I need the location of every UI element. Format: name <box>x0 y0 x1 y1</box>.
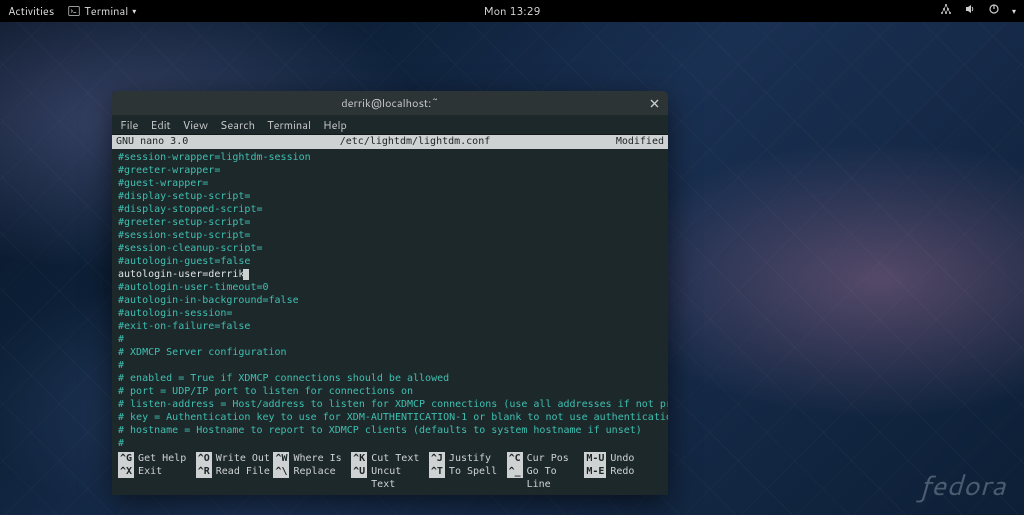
editor-line: #autologin-session= <box>118 307 662 320</box>
editor-line: #autologin-user-timeout=0 <box>118 281 662 294</box>
power-icon[interactable] <box>988 3 1000 19</box>
nano-shortcut-label: Undo <box>610 452 634 465</box>
nano-shortcut-key: ^R <box>196 465 212 478</box>
editor-line: #guest-wrapper= <box>118 177 662 190</box>
nano-shortcut-key: ^O <box>196 452 212 465</box>
nano-editor-viewport[interactable]: #session-wrapper=lightdm-session#greeter… <box>112 149 668 450</box>
nano-shortcut-label: Read File <box>216 465 270 478</box>
editor-line: # <box>118 437 662 450</box>
nano-shortcut-key: ^G <box>118 452 134 465</box>
terminal-menubar: File Edit View Search Terminal Help <box>112 115 668 135</box>
editor-line: #exit-on-failure=false <box>118 320 662 333</box>
nano-shortcut-label: Redo <box>610 465 634 478</box>
nano-shortcut-key: M-U <box>584 452 606 465</box>
nano-shortcut-key: ^_ <box>507 465 523 478</box>
editor-line: #greeter-wrapper= <box>118 164 662 177</box>
nano-shortcut: ^_ Go To Line <box>507 465 585 491</box>
editor-line: # enabled = True if XDMCP connections sh… <box>118 372 662 385</box>
menu-edit[interactable]: Edit <box>150 117 170 133</box>
nano-shortcut-label: Go To Line <box>527 465 585 491</box>
nano-version: GNU nano 3.0 <box>116 135 236 149</box>
window-title: derrik@localhost:~ <box>341 95 439 111</box>
nano-shortcut: ^G Get Help <box>118 452 196 465</box>
editor-line: #greeter-setup-script= <box>118 216 662 229</box>
menu-help[interactable]: Help <box>323 117 347 133</box>
menu-terminal[interactable]: Terminal <box>267 117 311 133</box>
nano-shortcut-key: ^T <box>429 465 445 478</box>
nano-footer-row: ^G Get Help ^O Write Out^W Where Is ^K Cut Tex… <box>118 452 662 465</box>
window-titlebar[interactable]: derrik@localhost:~ <box>112 91 668 115</box>
chevron-down-icon: ▾ <box>132 5 136 17</box>
nano-shortcut-label: Write Out <box>216 452 270 465</box>
app-menu-label: Terminal <box>84 3 128 19</box>
editor-line: autologin-user=derrik <box>118 268 662 281</box>
nano-shortcut: ^\ Replace <box>273 465 351 491</box>
nano-shortcut-label: Uncut Text <box>371 465 429 491</box>
nano-shortcut-label: Justify <box>449 452 491 465</box>
nano-shortcut-label: Where Is <box>293 452 341 465</box>
nano-shortcut: ^O Write Out <box>196 452 274 465</box>
editor-line: #display-stopped-script= <box>118 203 662 216</box>
nano-shortcut-label: Get Help <box>138 452 186 465</box>
editor-line: #autologin-guest=false <box>118 255 662 268</box>
nano-header: GNU nano 3.0 /etc/lightdm/lightdm.conf M… <box>112 135 668 149</box>
editor-line: #session-setup-script= <box>118 229 662 242</box>
nano-shortcut: ^K Cut Text <box>351 452 429 465</box>
nano-shortcut-label: Replace <box>293 465 335 478</box>
editor-line: #session-wrapper=lightdm-session <box>118 151 662 164</box>
nano-shortcut: ^X Exit <box>118 465 196 491</box>
system-menu-chevron-icon[interactable]: ▾ <box>1012 5 1016 17</box>
activities-button[interactable]: Activities <box>8 3 54 19</box>
menu-search[interactable]: Search <box>220 117 255 133</box>
nano-footer: ^G Get Help ^O Write Out^W Where Is ^K Cut Tex… <box>112 450 668 495</box>
nano-shortcut: ^R Read File <box>196 465 274 491</box>
nano-status: Modified <box>594 135 664 149</box>
nano-shortcut: M-U Undo <box>584 452 662 465</box>
nano-shortcut-label: To Spell <box>449 465 497 478</box>
editor-line: # listen-address = Host/address to liste… <box>118 398 662 411</box>
editor-line: # key = Authentication key to use for XD… <box>118 411 662 424</box>
terminal-icon <box>68 5 80 17</box>
nano-shortcut: M-E Redo <box>584 465 662 491</box>
editor-line: # <box>118 359 662 372</box>
menu-view[interactable]: View <box>183 117 208 133</box>
nano-shortcut-key: ^\ <box>273 465 289 478</box>
editor-line: #display-setup-script= <box>118 190 662 203</box>
network-icon[interactable] <box>940 3 952 19</box>
terminal-window: derrik@localhost:~ File Edit View Search… <box>112 91 668 495</box>
editor-line: #autologin-in-background=false <box>118 294 662 307</box>
close-icon <box>650 99 659 108</box>
close-button[interactable] <box>646 95 662 111</box>
gnome-topbar: Activities Terminal ▾ Mon 13:29 ▾ <box>0 0 1024 22</box>
nano-shortcut: ^T To Spell <box>429 465 507 491</box>
editor-line: # XDMCP Server configuration <box>118 346 662 359</box>
nano-shortcut-label: Cut Text <box>371 452 419 465</box>
editor-line: # <box>118 333 662 346</box>
nano-shortcut-label: Exit <box>138 465 162 478</box>
nano-shortcut-key: ^U <box>351 465 367 478</box>
text-cursor <box>243 269 249 280</box>
nano-shortcut-key: ^K <box>351 452 367 465</box>
nano-shortcut-key: M-E <box>584 465 606 478</box>
nano-shortcut: ^C Cur Pos <box>507 452 585 465</box>
editor-line: # hostname = Hostname to report to XDMCP… <box>118 424 662 437</box>
menu-file[interactable]: File <box>120 117 138 133</box>
nano-shortcut-key: ^W <box>273 452 289 465</box>
app-menu[interactable]: Terminal ▾ <box>68 3 136 19</box>
nano-shortcut: ^J Justify <box>429 452 507 465</box>
nano-shortcut-key: ^J <box>429 452 445 465</box>
nano-shortcut: ^U Uncut Text <box>351 465 429 491</box>
nano-filepath: /etc/lightdm/lightdm.conf <box>236 135 594 149</box>
editor-line: #session-cleanup-script= <box>118 242 662 255</box>
clock[interactable]: Mon 13:29 <box>484 3 541 19</box>
fedora-logo: fedora <box>920 465 1006 505</box>
nano-footer-row: ^X Exit ^R Read File^\ Replace ^U Uncut Text^T… <box>118 465 662 491</box>
nano-shortcut-key: ^X <box>118 465 134 478</box>
editor-line: # port = UDP/IP port to listen for conne… <box>118 385 662 398</box>
nano-shortcut: ^W Where Is <box>273 452 351 465</box>
volume-icon[interactable] <box>964 3 976 19</box>
nano-shortcut-label: Cur Pos <box>527 452 569 465</box>
nano-shortcut-key: ^C <box>507 452 523 465</box>
